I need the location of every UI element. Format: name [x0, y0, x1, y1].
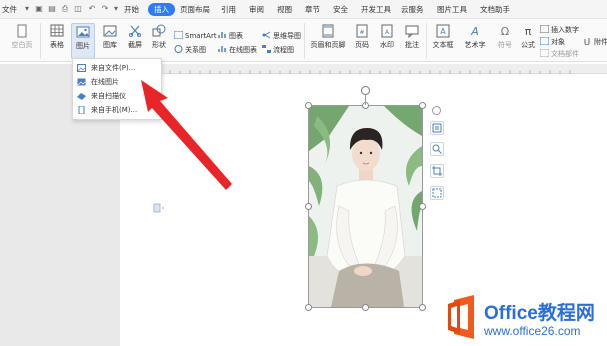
brand-name: Office教程网	[484, 303, 595, 324]
brand-url: www.office26.com	[484, 324, 581, 338]
brand-watermark: Office教程网 www.office26.com	[440, 292, 607, 346]
